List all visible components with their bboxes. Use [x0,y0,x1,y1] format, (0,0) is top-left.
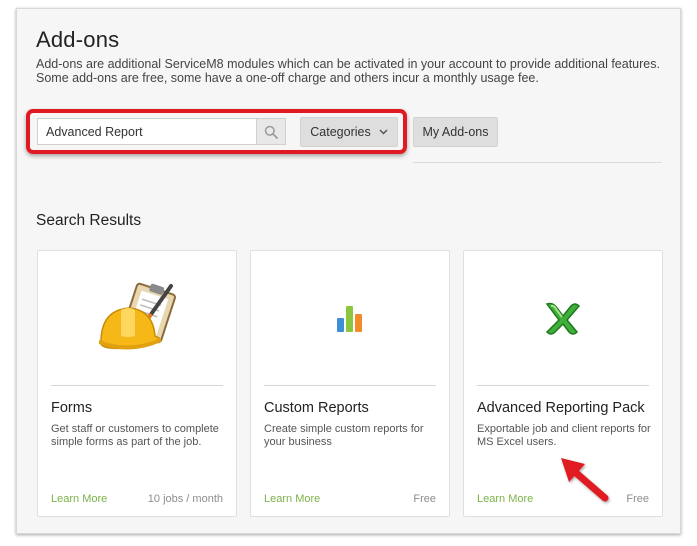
card-price: 10 jobs / month [147,493,223,505]
card-price: Free [626,493,649,505]
categories-dropdown[interactable]: Categories [300,117,398,147]
card-description: Get staff or customers to complete simpl… [51,423,219,448]
excel-icon [545,302,581,335]
card-title: Forms [51,400,93,416]
my-addons-button[interactable]: My Add-ons [413,117,498,147]
learn-more-link[interactable]: Learn More [264,493,320,505]
bar-chart-icon [337,306,362,332]
addon-icon-area [464,251,662,385]
search-results-title: Search Results [36,212,142,229]
divider [413,162,662,163]
card-separator [477,385,649,386]
search-box [37,118,286,145]
search-input[interactable] [38,119,257,144]
forms-hardhat-clipboard-icon [99,282,176,350]
my-addons-label: My Add-ons [422,125,489,139]
addons-panel: Add-ons Add-ons are additional ServiceM8… [16,8,681,534]
addon-card-forms[interactable]: Forms Get staff or customers to complete… [37,250,237,517]
addon-card-custom-reports[interactable]: Custom Reports Create simple custom repo… [250,250,450,517]
search-icon [264,125,278,139]
card-title: Custom Reports [264,400,369,416]
card-description: Create simple custom reports for your bu… [264,423,424,448]
card-separator [51,385,223,386]
chevron-down-icon [379,127,388,137]
page-title: Add-ons [36,27,120,52]
addon-icon-area [251,251,449,385]
card-description: Exportable job and client reports for MS… [477,423,651,448]
search-button[interactable] [256,119,285,144]
learn-more-link[interactable]: Learn More [51,493,107,505]
card-title: Advanced Reporting Pack [477,400,645,416]
card-separator [264,385,436,386]
addon-card-advanced-reporting-pack[interactable]: Advanced Reporting Pack Exportable job a… [463,250,663,517]
categories-label: Categories [310,125,371,139]
card-price: Free [413,493,436,505]
addon-icon-area [38,251,236,385]
page-description: Add-ons are additional ServiceM8 modules… [36,57,660,85]
learn-more-link[interactable]: Learn More [477,493,533,505]
